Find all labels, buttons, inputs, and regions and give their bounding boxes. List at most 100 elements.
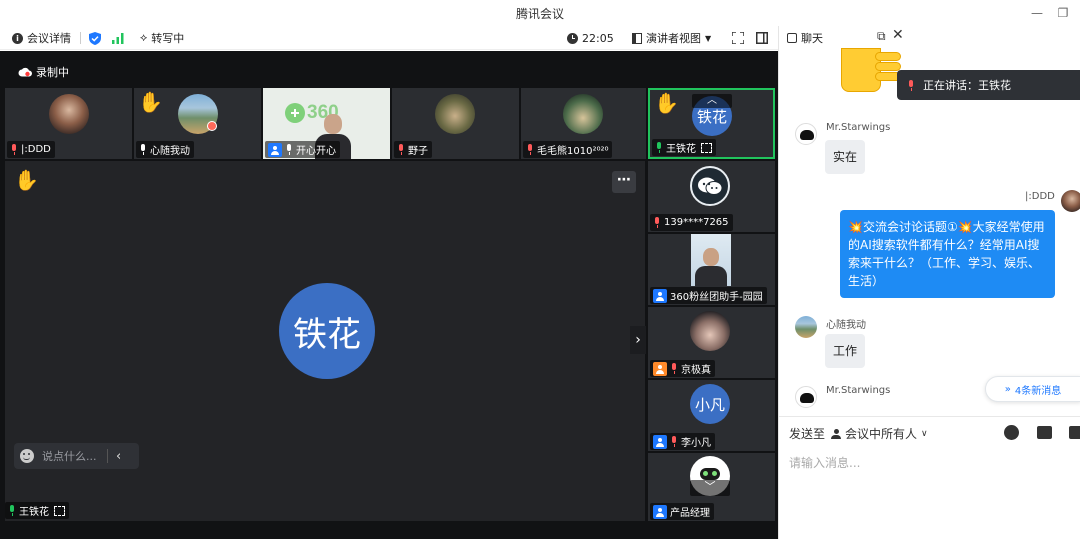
security-icon[interactable]: [89, 30, 101, 46]
emoji-icon[interactable]: [20, 449, 34, 463]
main-speaker-name-tag: 王铁花: [5, 502, 69, 519]
status-icon: [207, 121, 217, 131]
message-bubble[interactable]: 💥交流会讨论话题①💥大家经常使用的AI搜索软件都有什么？经常用AI搜索来干什么？…: [840, 210, 1055, 298]
chat-input-overlay[interactable]: 说点什么... ‹: [14, 443, 139, 469]
chat-header-label: 聊天: [801, 32, 823, 45]
user-icon: [653, 434, 667, 449]
mic-muted-icon: [10, 144, 18, 155]
view-mode-dropdown[interactable]: 演讲者视图 ▼: [632, 30, 711, 46]
speaking-indicator: 正在讲话：王铁花: [897, 70, 1080, 100]
avatar[interactable]: [795, 316, 817, 338]
speaking-label: 正在讲话：王铁花: [923, 79, 1011, 92]
video-stage: 录制中 |:DDD ✋ 心随我动 360 开心开心 野子 毛毛熊1010²⁰²⁰…: [0, 51, 778, 539]
fullscreen-icon[interactable]: [732, 30, 744, 46]
mic-active-icon: [8, 505, 16, 516]
user-icon: [653, 288, 667, 303]
scroll-up-button[interactable]: ︿: [692, 94, 732, 108]
participant-name-tag: |:DDD: [7, 141, 55, 158]
maximize-button[interactable]: ❐: [1054, 4, 1072, 22]
mic-muted-icon: [526, 144, 534, 155]
participant-tile[interactable]: 139****7265: [648, 161, 775, 232]
participant-tile[interactable]: 毛毛熊1010²⁰²⁰: [521, 88, 646, 159]
scroll-down-button[interactable]: ﹀: [690, 480, 730, 496]
participant-tile[interactable]: 小凡 李小凡: [648, 380, 775, 451]
chevron-down-icon: ∨: [921, 428, 928, 439]
raised-hand-icon: ✋: [654, 91, 679, 115]
participant-tile[interactable]: |:DDD: [5, 88, 132, 159]
participant-name-tag: 京极真: [650, 360, 715, 377]
meeting-toolbar: i 会议详情 ⟡ 转写中 22:05 演讲者视图 ▼: [0, 26, 778, 50]
plus-icon: [285, 103, 305, 123]
double-chevron-down-icon: »: [1004, 383, 1011, 395]
message-input[interactable]: 请输入消息...: [789, 454, 860, 471]
screen-share-icon: [701, 142, 712, 153]
message-sender: Mr.Starwings: [826, 385, 891, 396]
participant-avatar: [690, 311, 730, 351]
clock-icon: [567, 32, 578, 44]
cloud-icon: [18, 67, 32, 77]
overlay-input-placeholder: 说点什么...: [42, 450, 97, 463]
chat-bubble-icon: [698, 177, 723, 195]
thumbs-up-sticker: [835, 48, 905, 94]
participant-avatar: [563, 94, 603, 134]
new-messages-button[interactable]: » 4条新消息: [985, 376, 1080, 402]
recording-label: 录制中: [36, 66, 69, 79]
mic-muted-icon: [670, 363, 678, 374]
raised-hand-icon: ✋: [138, 90, 163, 114]
emoji-picker-icon[interactable]: [1004, 425, 1019, 440]
participant-tile[interactable]: ﹀ 产品经理: [648, 453, 775, 521]
user-icon: [653, 504, 667, 519]
popout-icon[interactable]: ⧉: [877, 29, 886, 44]
caret-down-icon: ▼: [705, 33, 712, 43]
expand-panel-button[interactable]: ›: [630, 326, 646, 354]
participant-name-tag: 野子: [394, 141, 432, 158]
participant-avatar: [435, 94, 475, 134]
message-sender: |:DDD: [1025, 191, 1055, 202]
message-bubble[interactable]: 工作: [825, 334, 866, 368]
participant-tile[interactable]: 360 开心开心: [263, 88, 390, 159]
participant-tile[interactable]: 京极真: [648, 307, 775, 378]
more-tools-icon[interactable]: [1069, 426, 1080, 439]
send-to-row: 发送至 会议中所有人 ∨: [789, 425, 928, 442]
participant-name-tag: 360粉丝团助手-园园: [650, 287, 767, 304]
message-sender: 心随我动: [826, 320, 866, 331]
collapse-left-icon[interactable]: ‹: [116, 449, 121, 464]
main-speaker-view[interactable]: ✋ ⋯ 铁花 说点什么... ‹ 王铁花: [5, 161, 645, 521]
title-bar: 腾讯会议 — ❐: [0, 0, 1080, 26]
meeting-details-button[interactable]: i 会议详情: [12, 30, 71, 46]
transcribe-icon: ⟡: [140, 31, 148, 44]
minimize-button[interactable]: —: [1028, 4, 1046, 22]
layout-icon: [632, 32, 642, 44]
mic-muted-icon: [670, 436, 678, 447]
avatar[interactable]: [795, 123, 817, 145]
participant-tile[interactable]: 野子: [392, 88, 519, 159]
recipient-dropdown[interactable]: 会议中所有人 ∨: [831, 425, 928, 442]
message-bubble[interactable]: 实在: [825, 140, 866, 174]
view-mode-label: 演讲者视图: [646, 32, 701, 45]
participant-name-tag: 王铁花: [652, 139, 716, 156]
participant-avatar: [49, 94, 89, 134]
close-icon[interactable]: ✕: [892, 27, 904, 43]
more-options-button[interactable]: ⋯: [612, 171, 636, 193]
main-speaker-avatar: 铁花: [279, 283, 375, 379]
participant-name-tag: 产品经理: [650, 503, 714, 520]
image-upload-icon[interactable]: [1037, 426, 1052, 439]
avatar[interactable]: [795, 386, 817, 408]
participant-tile[interactable]: ✋ 心随我动: [134, 88, 261, 159]
send-to-label: 发送至: [789, 427, 826, 441]
meeting-details-label: 会议详情: [27, 32, 71, 45]
chat-header: 聊天: [787, 30, 823, 46]
window-title: 腾讯会议: [515, 7, 564, 21]
participant-video: [691, 234, 731, 286]
signal-icon[interactable]: [112, 30, 124, 46]
participant-tile[interactable]: 360粉丝团助手-园园: [648, 234, 775, 305]
transcribe-button[interactable]: ⟡ 转写中: [140, 30, 184, 46]
person-icon: [831, 428, 842, 439]
avatar[interactable]: [1061, 190, 1080, 212]
mic-active-icon: [655, 142, 663, 153]
recording-indicator[interactable]: 录制中: [18, 64, 69, 80]
sidebar-toggle-icon[interactable]: [756, 30, 768, 46]
meeting-timer: 22:05: [567, 30, 614, 46]
participant-tile-active-speaker[interactable]: ✋ 铁花 ︿ 王铁花: [648, 88, 775, 159]
participant-avatar: 小凡: [690, 384, 730, 424]
